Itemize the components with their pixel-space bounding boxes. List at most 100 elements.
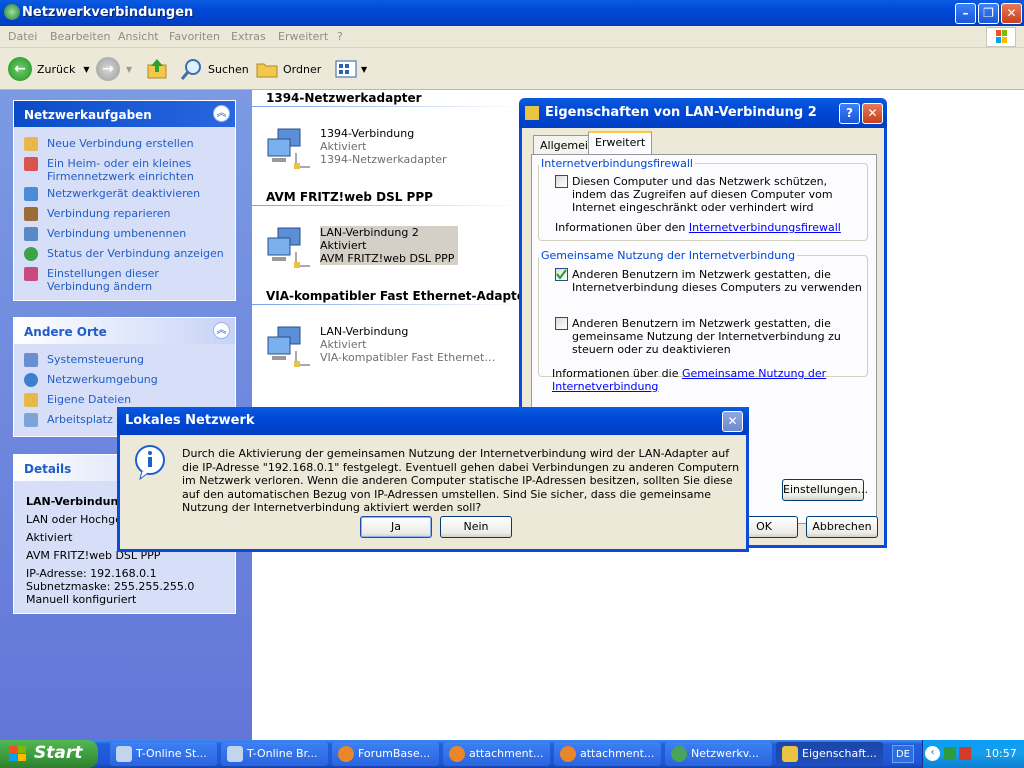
settings-button[interactable]: Einstellungen...: [782, 479, 868, 501]
task-status[interactable]: Status der Verbindung anzeigen: [24, 247, 224, 261]
task-attachment-2[interactable]: attachment...: [554, 742, 661, 766]
yes-button[interactable]: Ja: [360, 516, 432, 538]
group-divider: [252, 304, 520, 305]
task-repair[interactable]: Verbindung reparieren: [24, 207, 171, 221]
menu-advanced[interactable]: Erweitert: [278, 30, 328, 43]
place-my-documents[interactable]: Eigene Dateien: [24, 393, 131, 407]
network-icon: [525, 106, 539, 120]
ics-control-checkbox[interactable]: [555, 317, 568, 330]
ics-control-label: Anderen Benutzern im Netzwerk gestatten,…: [572, 317, 841, 356]
app-tray-icon[interactable]: [959, 747, 971, 760]
firefox-icon: [449, 746, 465, 762]
group-title-via: VIA-kompatibler Fast Ethernet-Adapter: [266, 289, 531, 303]
task-disable-device[interactable]: Netzwerkgerät deaktivieren: [24, 187, 200, 201]
folder-icon: [256, 63, 278, 78]
task-rename[interactable]: Verbindung umbenennen: [24, 227, 186, 241]
chevron-down-icon: ▼: [83, 64, 90, 74]
task-home-network[interactable]: Ein Heim- oder ein kleines Firmennetzwer…: [24, 157, 199, 183]
network-tasks-box: Netzwerkaufgaben ︽ Neue Verbindung erste…: [13, 100, 236, 301]
my-computer-icon: [24, 413, 38, 427]
task-t-online-browser[interactable]: T-Online Br...: [221, 742, 328, 766]
status-icon: [24, 247, 38, 261]
windows-logo-icon: [986, 27, 1016, 47]
connection-1394[interactable]: 1394-Verbindung Aktiviert 1394-Netzwerka…: [266, 127, 516, 187]
network-connections-icon: [671, 746, 687, 762]
menu-extras[interactable]: Extras: [231, 30, 266, 43]
checkmark-icon: [556, 269, 567, 280]
menu-view[interactable]: Ansicht: [118, 30, 159, 43]
chevron-down-icon: ▼: [126, 64, 133, 74]
close-button[interactable]: ✕: [1001, 3, 1022, 24]
message-titlebar[interactable]: Lokales Netzwerk ✕: [117, 407, 749, 435]
task-new-connection[interactable]: Neue Verbindung erstellen: [24, 137, 194, 151]
task-netzwerkverbindungen[interactable]: Netzwerkv...: [665, 742, 772, 766]
message-text: Durch die Aktivierung der gemeinsamen Nu…: [182, 447, 740, 514]
network-tasks-header[interactable]: Netzwerkaufgaben ︽: [14, 101, 235, 127]
taskbar: Start T-Online St... T-Online Br... Foru…: [0, 740, 1024, 768]
window-title: Netzwerkverbindungen: [22, 5, 194, 20]
connection-lan[interactable]: LAN-Verbindung Aktiviert VIA-kompatibler…: [266, 325, 516, 385]
tab-advanced[interactable]: Erweitert: [588, 131, 653, 156]
message-dialog: Lokales Netzwerk ✕ Durch die Aktivierung…: [117, 407, 749, 552]
firewall-info-link[interactable]: Internetverbindungsfirewall: [689, 221, 841, 234]
menu-edit[interactable]: Bearbeiten: [50, 30, 110, 43]
language-indicator[interactable]: DE: [892, 745, 914, 763]
search-button[interactable]: Suchen: [180, 56, 249, 82]
forward-button[interactable]: → ▼: [96, 56, 132, 82]
collapse-icon[interactable]: ︽: [213, 322, 230, 339]
connection-name: LAN-Verbindung: [320, 325, 409, 338]
task-forumbase[interactable]: ForumBase...: [332, 742, 439, 766]
task-eigenschaften[interactable]: Eigenschaft...: [776, 742, 883, 766]
repair-icon: [24, 207, 38, 221]
show-hidden-icons-icon[interactable]: ‹: [925, 746, 940, 761]
network-connections-icon: [4, 4, 20, 20]
connection-status: Aktiviert: [320, 239, 367, 252]
folders-button[interactable]: Ordner: [255, 56, 321, 82]
start-button[interactable]: Start: [0, 740, 98, 768]
task-t-online-start[interactable]: T-Online St...: [110, 742, 217, 766]
other-places-header[interactable]: Andere Orte ︽: [14, 318, 235, 344]
new-connection-icon: [24, 137, 38, 151]
views-button[interactable]: ▼: [334, 56, 367, 82]
menu-help[interactable]: ?: [337, 30, 343, 43]
back-arrow-icon: ←: [8, 57, 32, 81]
properties-titlebar[interactable]: Eigenschaften von LAN-Verbindung 2 ? ✕: [519, 98, 887, 128]
up-button[interactable]: [145, 56, 169, 82]
details-status: Aktiviert: [26, 531, 73, 544]
properties-close-button[interactable]: ✕: [862, 103, 883, 124]
place-network[interactable]: Netzwerkumgebung: [24, 373, 158, 387]
ics-allow-checkbox[interactable]: [555, 268, 568, 281]
ics-allow-label: Anderen Benutzern im Netzwerk gestatten,…: [572, 268, 862, 294]
help-button[interactable]: ?: [839, 103, 860, 124]
task-attachment-1[interactable]: attachment...: [443, 742, 550, 766]
firewall-checkbox[interactable]: [555, 175, 568, 188]
search-icon: [180, 59, 201, 80]
back-button[interactable]: ← Zurück ▼: [8, 56, 90, 82]
cancel-button[interactable]: Abbrechen: [806, 516, 878, 538]
place-control-panel[interactable]: Systemsteuerung: [24, 353, 144, 367]
place-my-computer[interactable]: Arbeitsplatz: [24, 413, 113, 427]
details-ip: IP-Adresse: 192.168.0.1: [26, 567, 157, 580]
collapse-icon[interactable]: ︽: [213, 105, 230, 122]
no-button[interactable]: Nein: [440, 516, 512, 538]
window-titlebar: Netzwerkverbindungen – ❐ ✕: [0, 0, 1024, 26]
window-icon: [227, 746, 243, 762]
ics-info: Informationen über die Gemeinsame Nutzun…: [552, 367, 827, 393]
clock: 10:57: [985, 747, 1017, 760]
menu-file[interactable]: Datei: [8, 30, 37, 43]
toolbar: ← Zurück ▼ → ▼ Suchen Ordner ▼: [0, 48, 1024, 90]
menu-favorites[interactable]: Favoriten: [169, 30, 220, 43]
task-settings[interactable]: Einstellungen dieser Verbindung ändern: [24, 267, 199, 293]
menu-bar: Datei Bearbeiten Ansicht Favoriten Extra…: [0, 26, 1024, 48]
control-panel-icon: [24, 353, 38, 367]
network-connection-icon: [267, 227, 310, 268]
message-close-button[interactable]: ✕: [722, 411, 743, 432]
ics-legend: Gemeinsame Nutzung der Internetverbindun…: [541, 249, 796, 262]
maximize-button[interactable]: ❐: [978, 3, 999, 24]
connection-device: AVM FRITZ!web DSL PPP: [320, 252, 455, 265]
minimize-button[interactable]: –: [955, 3, 976, 24]
network-icon: [782, 746, 798, 762]
connection-lan-2[interactable]: LAN-Verbindung 2 Aktiviert AVM FRITZ!web…: [266, 226, 516, 286]
network-places-icon: [24, 373, 38, 387]
network-tray-icon[interactable]: [944, 747, 956, 760]
